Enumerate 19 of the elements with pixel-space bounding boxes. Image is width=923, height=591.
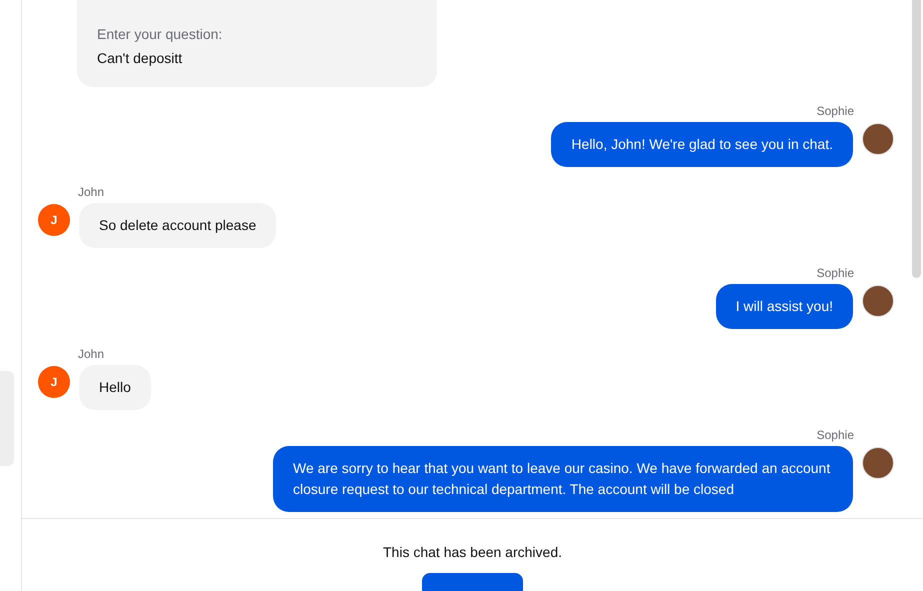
sender-name: Sophie [816, 103, 854, 119]
avatar-initial: J [38, 204, 70, 236]
archived-notice: This chat has been archived. [383, 543, 562, 561]
avatar-initial: J [38, 366, 70, 398]
field-label: Enter your question: [97, 25, 224, 43]
field-value: Can't depositt [97, 49, 184, 67]
message-bubble: We are sorry to hear that you want to leave our casino. We have forwarded an account closure request to our technical department. The account will be closed [273, 446, 853, 512]
sender-name: Sophie [816, 427, 854, 443]
message-bubble: Hello, John! We're glad to see you in chat. [551, 122, 853, 167]
sender-name: John [78, 346, 104, 362]
message-bubble: Hello [79, 365, 151, 410]
message-bubble: I will assist you! [716, 284, 853, 329]
message-bubble: So delete account please [79, 203, 276, 248]
avatar-photo-placeholder [862, 285, 894, 317]
sender-name: Sophie [816, 265, 854, 281]
avatar-photo-placeholder [862, 447, 894, 479]
sender-name: John [78, 184, 104, 200]
avatar-photo-placeholder [862, 123, 894, 155]
scrollbar-thumb[interactable] [912, 0, 921, 278]
